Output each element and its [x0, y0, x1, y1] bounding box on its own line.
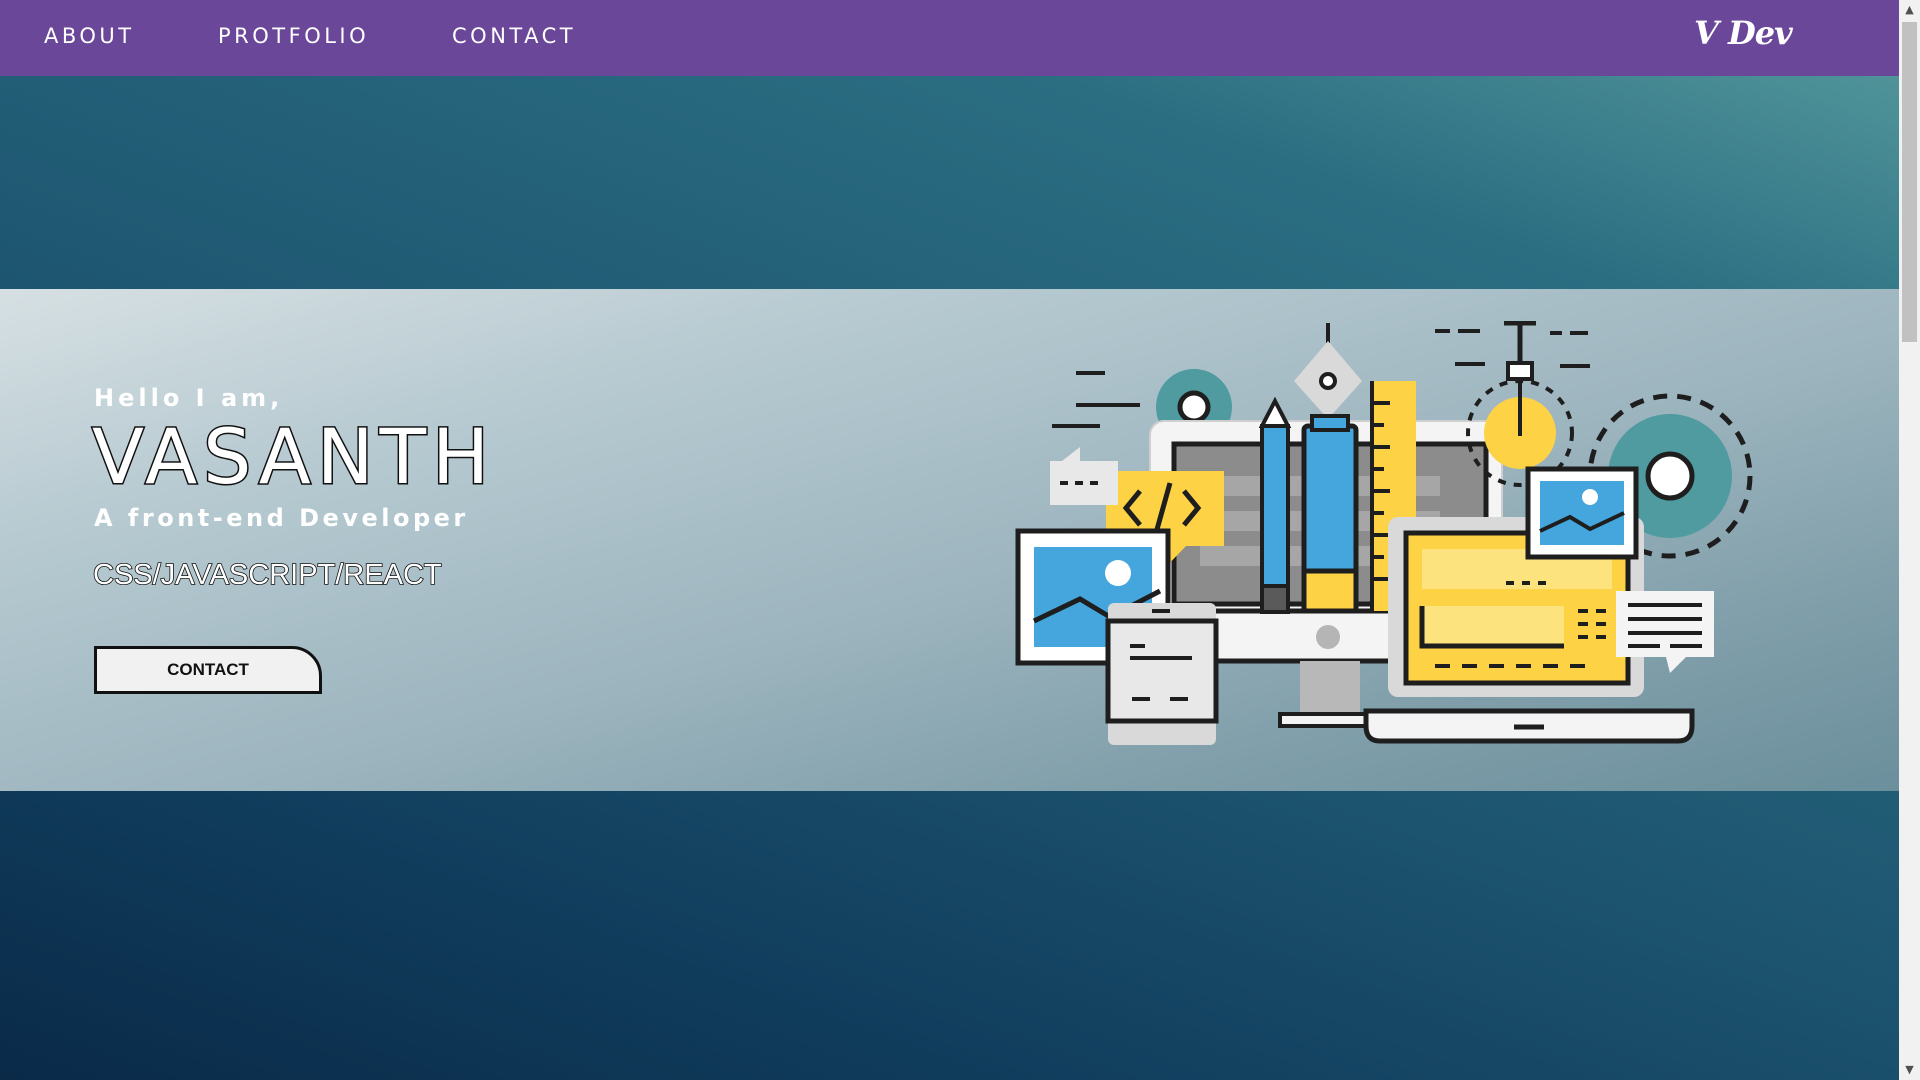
photo-card-icon	[1525, 466, 1639, 560]
scrollbar-thumb[interactable]	[1902, 22, 1917, 342]
marker-icon	[1301, 414, 1359, 614]
pencil-icon	[1258, 396, 1292, 614]
brand-logo[interactable]: V Dev	[1694, 14, 1793, 52]
hero-greeting: Hello I am,	[94, 384, 284, 412]
nav-link-portfolio[interactable]: PROTFOLIO	[218, 24, 369, 48]
hero-role: A front-end Developer	[94, 504, 469, 532]
motion-lines-icon	[1052, 371, 1140, 428]
chat-bubble-icon	[1050, 447, 1118, 505]
scroll-down-arrow-icon[interactable]: ▼	[1899, 1060, 1920, 1080]
nav-link-about[interactable]: ABOUT	[44, 24, 135, 48]
hero-name: VASANTH	[90, 412, 496, 501]
hero-skills: CSS/JAVASCRIPT/REACT	[92, 558, 442, 592]
nav-link-contact[interactable]: CONTACT	[452, 24, 576, 48]
scroll-up-arrow-icon[interactable]: ▲	[1899, 0, 1920, 20]
vertical-scrollbar[interactable]: ▲ ▼	[1899, 0, 1920, 1080]
dash-lines-icon	[1435, 329, 1590, 368]
navbar: ABOUT PROTFOLIO CONTACT V Dev	[0, 0, 1899, 76]
page: ABOUT PROTFOLIO CONTACT V Dev Hello I am…	[0, 0, 1920, 1080]
web-development-illustration	[1015, 321, 1753, 745]
contact-button[interactable]: CONTACT	[94, 646, 322, 694]
hero-section: Hello I am, VASANTH A front-end Develope…	[0, 289, 1899, 791]
phone-icon	[1105, 603, 1219, 745]
pen-nib-icon	[1294, 323, 1362, 419]
